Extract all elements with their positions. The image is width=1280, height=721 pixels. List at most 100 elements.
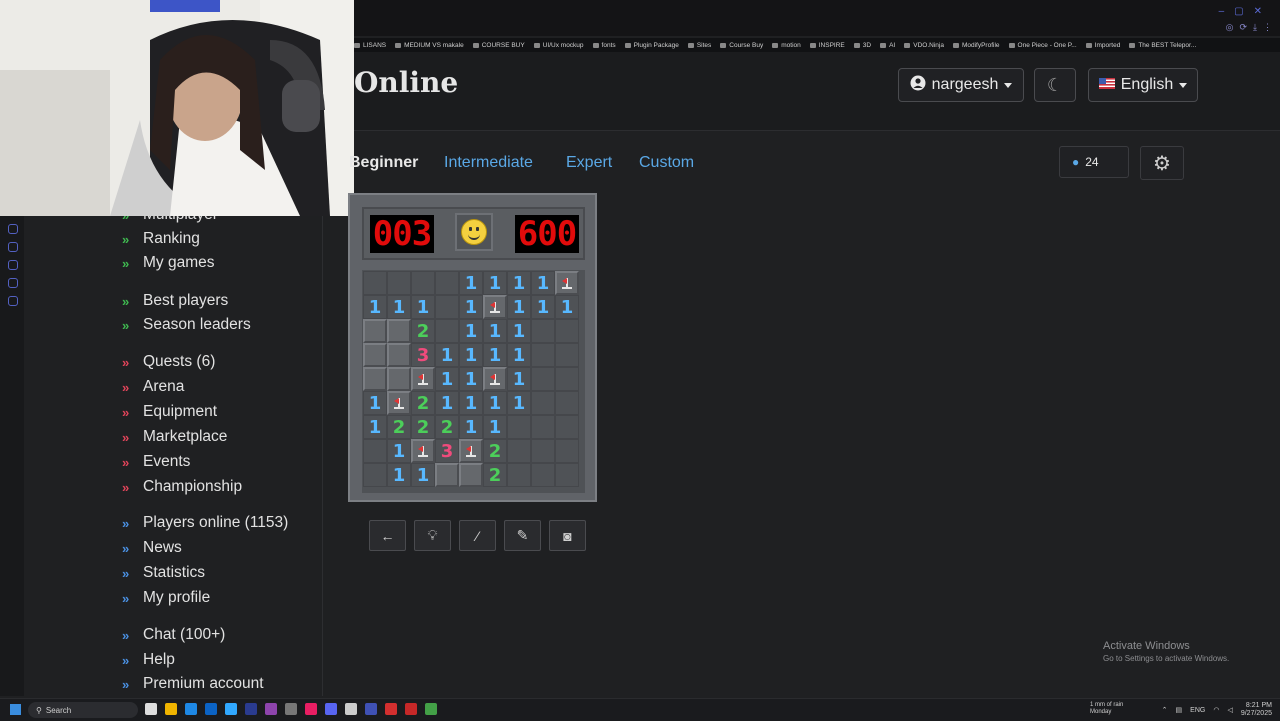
board-cell-flagged[interactable] bbox=[483, 295, 507, 319]
sidebar-item-best-players[interactable]: » Best players bbox=[122, 292, 228, 310]
volume-icon[interactable]: ◁ bbox=[1227, 706, 1232, 714]
board-cell-empty[interactable] bbox=[531, 343, 555, 367]
bookmark-item[interactable]: Plugin Package bbox=[624, 42, 679, 49]
bookmark-item[interactable]: Course Buy bbox=[720, 42, 763, 49]
sidebar-item-players-online-1153[interactable]: » Players online (1153) bbox=[122, 514, 288, 532]
sidebar-item-quests-6[interactable]: » Quests (6) bbox=[122, 353, 215, 371]
app-icon[interactable] bbox=[405, 703, 417, 715]
board-cell-empty[interactable] bbox=[555, 439, 579, 463]
app-icon[interactable] bbox=[305, 703, 317, 715]
hint-button[interactable]: 💡︎ bbox=[414, 520, 451, 551]
board-cell-number[interactable]: 3 bbox=[435, 439, 459, 463]
bookmark-item[interactable]: fonts bbox=[592, 42, 616, 49]
bookmark-item[interactable]: VDO.Ninja bbox=[904, 42, 944, 49]
board-cell-number[interactable]: 1 bbox=[507, 367, 531, 391]
board-cell-closed[interactable] bbox=[363, 319, 387, 343]
board-cell-number[interactable]: 3 bbox=[411, 343, 435, 367]
zoom-select[interactable]: ● 24 bbox=[1059, 146, 1129, 178]
board-cell-closed[interactable] bbox=[387, 319, 411, 343]
app-icon[interactable] bbox=[425, 703, 437, 715]
board-cell-number[interactable]: 2 bbox=[483, 463, 507, 487]
sidebar-item-events[interactable]: » Events bbox=[122, 453, 190, 471]
board-cell-flagged[interactable] bbox=[411, 439, 435, 463]
board-cell-empty[interactable] bbox=[555, 343, 579, 367]
board-cell-number[interactable]: 2 bbox=[411, 391, 435, 415]
board-cell-number[interactable]: 1 bbox=[387, 463, 411, 487]
language-indicator[interactable]: ENG bbox=[1190, 707, 1205, 714]
bookmark-item[interactable]: ModifyProfile bbox=[952, 42, 1000, 49]
board-cell-number[interactable]: 1 bbox=[459, 343, 483, 367]
bookmark-item[interactable]: Sites bbox=[687, 42, 711, 49]
game-board[interactable]: 1111111111121113111111112111112221113211… bbox=[362, 270, 585, 493]
board-cell-empty[interactable] bbox=[435, 319, 459, 343]
board-cell-number[interactable]: 1 bbox=[507, 295, 531, 319]
sidebar-item-news[interactable]: » News bbox=[122, 539, 182, 557]
sidebar-item-arena[interactable]: » Arena bbox=[122, 378, 184, 396]
board-cell-closed[interactable] bbox=[387, 367, 411, 391]
bookmark-item[interactable]: LISANS bbox=[354, 42, 386, 49]
board-cell-closed[interactable] bbox=[435, 463, 459, 487]
board-cell-closed[interactable] bbox=[459, 463, 483, 487]
app-icon[interactable] bbox=[385, 703, 397, 715]
board-cell-flagged[interactable] bbox=[411, 367, 435, 391]
board-cell-number[interactable]: 2 bbox=[387, 415, 411, 439]
board-cell-number[interactable]: 1 bbox=[459, 415, 483, 439]
board-cell-number[interactable]: 1 bbox=[363, 415, 387, 439]
board-cell-closed[interactable] bbox=[363, 343, 387, 367]
app-icon[interactable] bbox=[145, 703, 157, 715]
board-cell-closed[interactable] bbox=[363, 367, 387, 391]
app-icon[interactable] bbox=[365, 703, 377, 715]
board-cell-empty[interactable] bbox=[531, 463, 555, 487]
board-cell-number[interactable]: 1 bbox=[363, 295, 387, 319]
user-menu-button[interactable]: nargeesh bbox=[898, 68, 1024, 102]
bookmark-item[interactable]: Imported bbox=[1085, 42, 1120, 49]
browser-toolbar-icons[interactable]: ◎ ⟳ ⤓ ⋮ bbox=[1226, 22, 1272, 33]
bookmark-item[interactable]: 3D bbox=[853, 42, 871, 49]
board-cell-number[interactable]: 1 bbox=[363, 391, 387, 415]
board-cell-empty[interactable] bbox=[555, 415, 579, 439]
chevron-up-icon[interactable]: ⌃ bbox=[1162, 706, 1168, 714]
board-cell-flagged[interactable] bbox=[483, 367, 507, 391]
board-cell-closed[interactable] bbox=[387, 343, 411, 367]
board-cell-number[interactable]: 1 bbox=[459, 319, 483, 343]
bookmark-item[interactable]: COURSE BUY bbox=[472, 42, 525, 49]
bookmark-item[interactable]: One Piece - One P... bbox=[1008, 42, 1077, 49]
board-cell-number[interactable]: 1 bbox=[483, 319, 507, 343]
board-cell-number[interactable]: 1 bbox=[507, 271, 531, 295]
screenshot-button[interactable]: ◙ bbox=[549, 520, 586, 551]
side-icon[interactable] bbox=[8, 242, 18, 252]
board-cell-number[interactable]: 1 bbox=[435, 343, 459, 367]
side-icon[interactable] bbox=[8, 278, 18, 288]
board-cell-empty[interactable] bbox=[363, 271, 387, 295]
sidebar-item-help[interactable]: » Help bbox=[122, 651, 175, 669]
reset-button[interactable] bbox=[455, 213, 493, 251]
board-cell-empty[interactable] bbox=[411, 271, 435, 295]
dark-mode-toggle[interactable]: ☾ bbox=[1034, 68, 1076, 102]
board-cell-empty[interactable] bbox=[507, 439, 531, 463]
app-icon[interactable] bbox=[225, 703, 237, 715]
bookmark-item[interactable]: MEDIUM VS makale bbox=[395, 42, 464, 49]
board-cell-number[interactable]: 1 bbox=[435, 391, 459, 415]
side-icon[interactable] bbox=[8, 296, 18, 306]
tab-intermediate[interactable]: Intermediate bbox=[444, 154, 533, 172]
sidebar-item-chat-100[interactable]: » Chat (100+) bbox=[122, 626, 225, 644]
board-cell-number[interactable]: 1 bbox=[483, 343, 507, 367]
app-icon[interactable] bbox=[265, 703, 277, 715]
board-cell-empty[interactable] bbox=[531, 439, 555, 463]
sidebar-item-my-games[interactable]: » My games bbox=[122, 254, 215, 272]
board-cell-empty[interactable] bbox=[531, 415, 555, 439]
board-cell-empty[interactable] bbox=[507, 415, 531, 439]
board-cell-empty[interactable] bbox=[555, 319, 579, 343]
bookmark-item[interactable]: AI bbox=[880, 42, 895, 49]
board-cell-empty[interactable] bbox=[531, 367, 555, 391]
board-cell-number[interactable]: 1 bbox=[483, 271, 507, 295]
board-cell-empty[interactable] bbox=[387, 271, 411, 295]
settings-button[interactable]: ⚙ bbox=[1140, 146, 1184, 180]
board-cell-empty[interactable] bbox=[555, 463, 579, 487]
network-icon[interactable]: ▤ bbox=[1176, 706, 1183, 714]
app-icon[interactable] bbox=[185, 703, 197, 715]
board-cell-number[interactable]: 2 bbox=[435, 415, 459, 439]
sidebar-item-my-profile[interactable]: » My profile bbox=[122, 589, 210, 607]
clock[interactable]: 8:21 PM 9/27/2025 bbox=[1241, 702, 1272, 718]
app-icon[interactable] bbox=[205, 703, 217, 715]
